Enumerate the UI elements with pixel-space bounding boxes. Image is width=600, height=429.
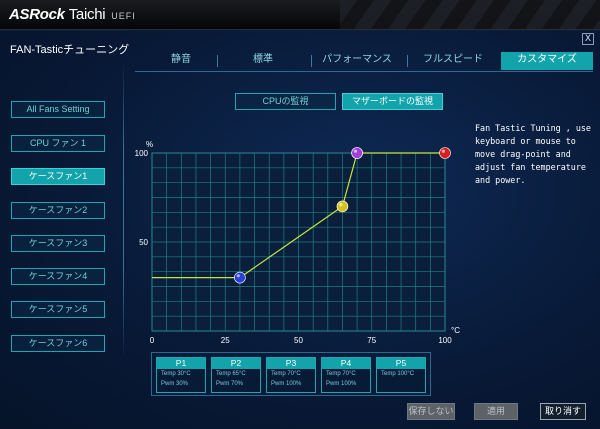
- tab-performance[interactable]: パフォーマンス: [311, 52, 403, 70]
- y-tick-label: 100: [135, 149, 149, 158]
- brand-decoration: [340, 0, 600, 29]
- drag-point-p5[interactable]: [439, 147, 451, 159]
- sidebar-item-case-fan-1[interactable]: ケースファン1: [11, 168, 105, 185]
- point-pwm: Pwm 30%: [161, 381, 189, 387]
- drag-point-highlight: [441, 149, 445, 153]
- tab-customize[interactable]: カスタマイズ: [501, 52, 593, 70]
- tabs-underline: [135, 71, 593, 72]
- drag-point-highlight: [236, 274, 240, 278]
- drag-point-highlight: [353, 149, 358, 153]
- top-brand-bar: ASRock Taichi UEFI: [0, 0, 600, 30]
- point-temp: Temp 70°C: [326, 371, 356, 377]
- drag-point-highlight: [339, 203, 343, 207]
- fan-curve-chart: % °C 0 25 50 75 100 50 100: [130, 105, 470, 345]
- point-temp: Temp 70°C: [271, 371, 301, 377]
- point-box-p5: P5 Temp 100°C: [376, 357, 426, 393]
- sidebar-item-all-fans[interactable]: All Fans Setting: [11, 101, 105, 118]
- tab-standard[interactable]: 標準: [217, 52, 309, 70]
- point-name: P2: [212, 358, 260, 369]
- brand-logo: ASRock Taichi UEFI: [9, 6, 136, 23]
- help-text: Fan Tastic Tuning , use keyboard or mous…: [475, 123, 591, 185]
- point-box-p3: P3 Temp 70°C Pwm 100%: [266, 357, 316, 393]
- tab-silent[interactable]: 静音: [135, 52, 227, 70]
- page-title: FAN-Tasticチューニング: [10, 44, 130, 56]
- y-tick-label: 50: [139, 238, 148, 247]
- x-tick-label: 25: [221, 336, 230, 345]
- y-unit-label: %: [146, 140, 153, 149]
- point-box-p1: P1 Temp 30°C Pwm 30%: [156, 357, 206, 393]
- point-name: P4: [322, 358, 370, 369]
- point-name: P3: [267, 358, 315, 369]
- discard-button[interactable]: 保存しない: [407, 403, 455, 420]
- sidebar-item-cpu-fan-1[interactable]: CPU ファン 1: [11, 135, 105, 152]
- point-box-p4: P4 Temp 70°C Pwm 100%: [321, 357, 371, 393]
- apply-button[interactable]: 適用: [474, 403, 518, 420]
- x-tick-label: 50: [294, 336, 303, 345]
- points-panel: P1 Temp 30°C Pwm 30% P2 Temp 65°C Pwm 70…: [151, 352, 431, 396]
- sidebar-item-case-fan-4[interactable]: ケースファン4: [11, 268, 105, 285]
- point-temp: Temp 30°C: [161, 371, 191, 377]
- x-tick-label: 0: [150, 336, 155, 345]
- point-pwm: Pwm 100%: [271, 381, 302, 387]
- drag-point-p4[interactable]: [351, 147, 363, 159]
- point-pwm: Pwm 100%: [326, 381, 357, 387]
- point-name: P1: [157, 358, 205, 369]
- sidebar-item-case-fan-2[interactable]: ケースファン2: [11, 202, 105, 219]
- tab-full-speed[interactable]: フルスピード: [407, 52, 499, 70]
- cancel-button[interactable]: 取り消す: [540, 403, 586, 420]
- point-name: P5: [377, 358, 425, 369]
- mode-tabs: 静音 標準 パフォーマンス フルスピード カスタマイズ: [135, 52, 593, 70]
- fan-curve-svg: % °C 0 25 50 75 100 50 100: [135, 140, 461, 345]
- sidebar-item-case-fan-3[interactable]: ケースファン3: [11, 235, 105, 252]
- brand-name: ASRock: [9, 6, 65, 23]
- x-tick-label: 75: [367, 336, 376, 345]
- x-tick-label: 100: [438, 336, 452, 345]
- drag-point-p2[interactable]: [336, 200, 349, 213]
- point-temp: Temp 65°C: [216, 371, 246, 377]
- brand-model: Taichi: [68, 6, 106, 23]
- close-button[interactable]: X: [582, 33, 594, 45]
- drag-point-p1[interactable]: [234, 271, 246, 284]
- sidebar-item-case-fan-5[interactable]: ケースファン5: [11, 301, 105, 318]
- x-unit-label: °C: [451, 326, 460, 335]
- point-box-p2: P2 Temp 65°C Pwm 70%: [211, 357, 261, 393]
- sidebar-divider: [123, 60, 124, 360]
- point-pwm: Pwm 70%: [216, 381, 244, 387]
- point-temp: Temp 100°C: [381, 371, 415, 377]
- sidebar-item-case-fan-6[interactable]: ケースファン6: [11, 335, 105, 352]
- firmware-label: UEFI: [111, 11, 136, 21]
